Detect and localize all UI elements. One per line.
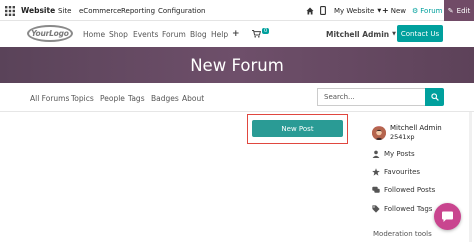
mobile-preview-icon[interactable]: [320, 0, 326, 21]
menu-reporting[interactable]: Reporting: [121, 0, 155, 21]
divider: [0, 111, 474, 112]
home-icon[interactable]: [306, 0, 314, 21]
subnav-tags[interactable]: Tags: [128, 93, 145, 103]
sidebar-item-my-posts[interactable]: My Posts: [372, 148, 415, 160]
sidebar-item-followed-tags[interactable]: Followed Tags: [372, 203, 432, 215]
nav-blog[interactable]: Blog: [190, 21, 207, 47]
star-icon: [372, 168, 380, 176]
subnav-people[interactable]: People: [100, 93, 125, 103]
menu-configuration[interactable]: Configuration: [158, 0, 205, 21]
user-menu[interactable]: Mitchell Admin ▼: [326, 21, 396, 47]
sidebar-item-label: Favourites: [384, 168, 421, 176]
plus-icon: +: [382, 6, 389, 15]
sidebar-user-name[interactable]: Mitchell Admin: [390, 124, 442, 132]
tag-icon: [372, 205, 380, 213]
livechat-button[interactable]: [434, 203, 461, 230]
user-icon: [372, 150, 380, 158]
nav-help[interactable]: Help: [211, 21, 228, 47]
pencil-icon: ✎: [447, 6, 454, 15]
sidebar-item-label: My Posts: [384, 150, 415, 158]
moderation-tools-heading: Moderation tools: [373, 230, 432, 238]
website-selector-label: My Website: [334, 6, 375, 15]
forum-label: Forum: [420, 6, 443, 15]
edit-label: Edit: [456, 6, 471, 15]
cart-count-badge: 0: [262, 28, 270, 34]
comments-icon: [372, 186, 380, 193]
sidebar-item-label: Followed Tags: [384, 205, 433, 213]
nav-forum[interactable]: Forum: [162, 21, 186, 47]
sidebar-item-favourites[interactable]: Favourites: [372, 166, 420, 178]
chat-bubble-icon: [442, 211, 453, 222]
sidebar-user-xp: 2541xp: [390, 133, 415, 141]
caret-down-icon: ▼: [392, 31, 397, 37]
add-menu-plus-icon[interactable]: +: [232, 21, 240, 47]
caret-down-icon: ▼: [377, 7, 382, 14]
new-button[interactable]: + New: [382, 0, 406, 21]
avatar[interactable]: [372, 126, 386, 140]
odoo-top-bar: Website Site eCommerce Reporting Configu…: [0, 0, 474, 21]
forum-settings-button[interactable]: ⚙ Forum: [412, 0, 442, 21]
menu-site[interactable]: Site: [58, 0, 71, 21]
subnav-all-forums[interactable]: All Forums: [30, 93, 69, 103]
edit-button[interactable]: ✎ Edit: [444, 0, 474, 21]
logo-text: YourLogo: [31, 29, 69, 38]
nav-home[interactable]: Home: [83, 21, 105, 47]
sidebar-item-label: Followed Posts: [384, 186, 436, 194]
app-brand[interactable]: Website: [21, 0, 55, 21]
menu-ecommerce[interactable]: eCommerce: [79, 0, 121, 21]
page-scrollbar[interactable]: [469, 112, 472, 242]
search-icon: [430, 93, 439, 101]
subnav-about[interactable]: About: [182, 93, 204, 103]
site-logo[interactable]: YourLogo: [27, 25, 73, 42]
forum-hero-banner: New Forum: [0, 47, 474, 83]
nav-shop[interactable]: Shop: [109, 21, 128, 47]
website-selector[interactable]: My Website ▼: [334, 0, 381, 21]
apps-grid-icon[interactable]: [5, 0, 17, 21]
shopping-cart-icon: [252, 30, 261, 38]
search-button[interactable]: [425, 88, 444, 106]
cart-button[interactable]: 0: [252, 21, 270, 47]
forum-title: New Forum: [190, 55, 284, 75]
new-label: New: [390, 6, 406, 15]
nav-events[interactable]: Events: [133, 21, 158, 47]
subnav-topics[interactable]: Topics: [71, 93, 94, 103]
sidebar-item-followed-posts[interactable]: Followed Posts: [372, 184, 435, 196]
new-post-button[interactable]: New Post: [252, 120, 343, 137]
forum-search-input[interactable]: [317, 88, 425, 106]
subnav-badges[interactable]: Badges: [151, 93, 179, 103]
user-menu-label: Mitchell Admin: [326, 29, 390, 39]
gear-icon: ⚙: [412, 6, 419, 15]
page: Website Site eCommerce Reporting Configu…: [0, 0, 474, 242]
contact-us-button[interactable]: Contact Us: [397, 25, 443, 42]
